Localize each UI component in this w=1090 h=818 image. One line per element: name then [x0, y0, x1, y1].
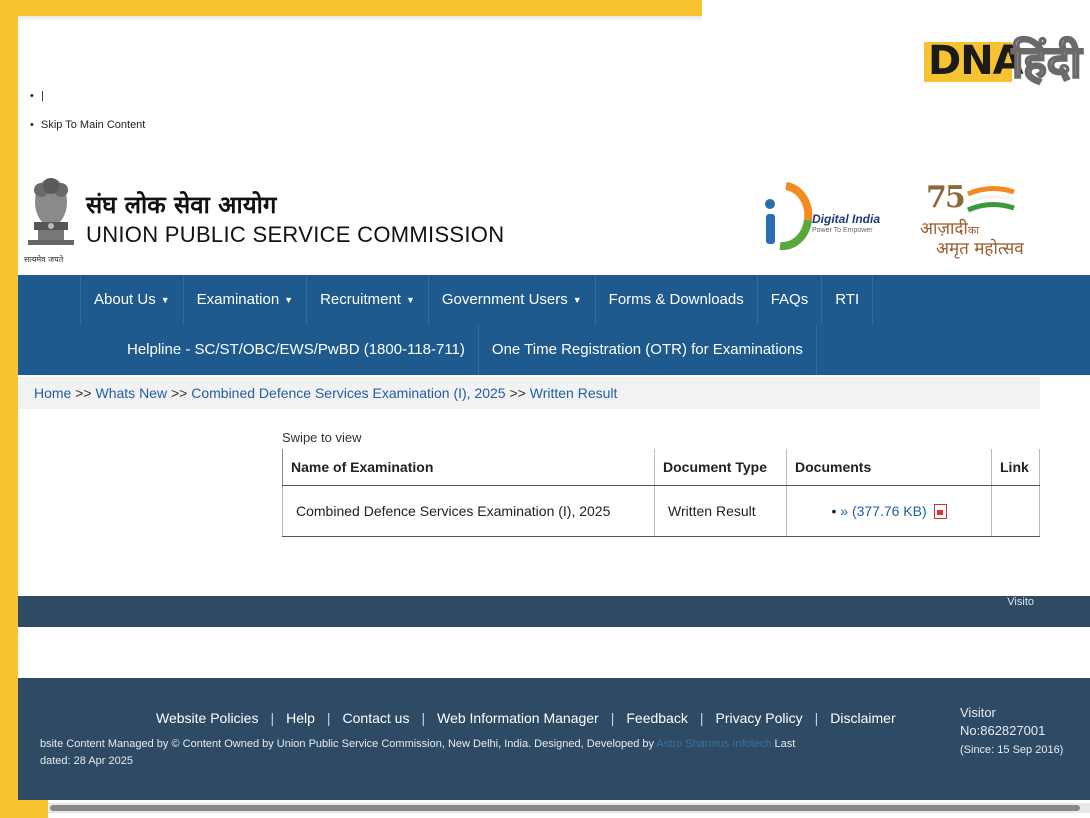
horizontal-scrollbar[interactable]: [48, 803, 1090, 813]
org-name-hindi[interactable]: संघ लोक सेवा आयोग: [86, 188, 276, 221]
visitor-since: (Since: 15 Sep 2016): [960, 744, 1064, 756]
digital-india-logo[interactable]: Digital India Power To Empower: [758, 180, 888, 252]
frame-top: [0, 0, 702, 16]
digital-india-icon: [765, 182, 813, 251]
national-emblem[interactable]: सत्यमेव जयते: [24, 172, 78, 266]
footer-website-policies[interactable]: Website Policies: [144, 710, 270, 726]
breadcrumb-home[interactable]: Home: [34, 385, 71, 401]
nav-faqs[interactable]: FAQs: [758, 275, 823, 325]
cell-link: [991, 485, 1040, 537]
chevron-down-icon: ▼: [160, 295, 170, 306]
column-header-documents: Documents: [786, 449, 992, 486]
scrollbar-thumb[interactable]: [50, 805, 1080, 811]
azadi-ka-amrit-mahotsav-logo[interactable]: 75 आज़ादीका अमृत महोत्सव: [918, 180, 1038, 260]
digital-india-tagline: Power To Empower: [812, 227, 873, 234]
visitor-number: No:862827001: [960, 723, 1046, 738]
nav-helpline[interactable]: Helpline - SC/ST/OBC/EWS/PwBD (1800-118-…: [114, 325, 479, 375]
results-table: Name of Examination Document Type Docume…: [282, 449, 1040, 537]
breadcrumb-separator: >>: [170, 385, 188, 401]
footer-privacy-policy[interactable]: Privacy Policy: [703, 710, 814, 726]
nav-government-users[interactable]: Government Users ▼: [429, 275, 596, 325]
footer-last-updated: dated: 28 Apr 2025: [40, 755, 133, 767]
cell-exam-name: Combined Defence Services Examination (I…: [282, 485, 655, 537]
skip-links: | Skip To Main Content: [30, 90, 145, 148]
footer-help[interactable]: Help: [274, 710, 327, 726]
emblem-caption: सत्यमेव जयते: [24, 255, 64, 264]
footer-feedback[interactable]: Feedback: [614, 710, 699, 726]
nav-rti[interactable]: RTI: [822, 275, 874, 325]
breadcrumb-exam[interactable]: Combined Defence Services Examination (I…: [191, 385, 505, 401]
nav-row-secondary: Helpline - SC/ST/OBC/EWS/PwBD (1800-118-…: [114, 325, 817, 375]
nav-examination-label: Examination: [196, 291, 280, 308]
visitor-label: Visitor: [960, 705, 996, 720]
breadcrumb-separator: >>: [509, 385, 526, 401]
nav-recruitment-label: Recruitment: [320, 291, 401, 308]
breadcrumb: Home >> Whats New >> Combined Defence Se…: [18, 377, 1040, 409]
chevron-down-icon: ▼: [405, 295, 415, 306]
nav-recruitment[interactable]: Recruitment ▼: [307, 275, 429, 325]
footer-contact-us[interactable]: Contact us: [331, 710, 422, 726]
nav-about-us-label: About Us: [94, 291, 156, 308]
chevron-down-icon: ▼: [284, 295, 294, 306]
footer-content-info: bsite Content Managed by © Content Owned…: [40, 736, 820, 770]
cell-document-type: Written Result: [654, 485, 787, 537]
azadi-line2: अमृत महोत्सव: [936, 239, 1024, 259]
breadcrumb-whats-new[interactable]: Whats New: [96, 385, 168, 401]
footer: Website Policies | Help | Contact us | Web …: [18, 678, 1090, 800]
footer-developer-link[interactable]: Astro Sharmus Infotech: [657, 738, 772, 750]
document-download-link[interactable]: (377.76 KB): [852, 503, 927, 519]
dna-logo-text: DNA: [928, 38, 1024, 84]
nav-otr[interactable]: One Time Registration (OTR) for Examinat…: [479, 325, 817, 375]
emblem-icon: [28, 178, 74, 245]
org-name-english[interactable]: UNION PUBLIC SERVICE COMMISSION: [86, 222, 504, 248]
footer-content-suffix: Last: [774, 738, 796, 750]
swipe-hint: Swipe to view: [282, 430, 362, 445]
cell-documents: • » (377.76 KB): [786, 485, 992, 537]
nav-government-users-label: Government Users: [441, 291, 568, 308]
nav-forms-downloads[interactable]: Forms & Downloads: [596, 275, 758, 325]
column-header-name: Name of Examination: [282, 449, 655, 486]
footer-web-information-manager[interactable]: Web Information Manager: [425, 710, 611, 726]
frame-shadow: [18, 16, 702, 22]
document-arrow-link[interactable]: »: [840, 503, 848, 519]
breadcrumb-written-result[interactable]: Written Result: [530, 385, 618, 401]
nav-examination[interactable]: Examination ▼: [184, 275, 308, 325]
dna-logo-hindi: हिंदी: [1011, 36, 1083, 89]
main-navbar: About Us ▼ Examination ▼ Recruitment ▼ Gove…: [18, 275, 1090, 375]
nav-about-us[interactable]: About Us ▼: [81, 275, 184, 325]
skip-to-main-content-link[interactable]: Skip To Main Content: [30, 119, 145, 148]
digital-india-title: Digital India: [812, 212, 881, 226]
column-header-link: Link: [991, 449, 1040, 486]
footer-links: Website Policies | Help | Contact us | Web …: [144, 710, 908, 726]
visitor-band: Visito: [18, 596, 1090, 627]
visitor-label-clipped: Visito: [1007, 596, 1034, 608]
breadcrumb-separator: >>: [75, 385, 92, 401]
pdf-icon[interactable]: [933, 504, 947, 520]
table-header-row: Name of Examination Document Type Docume…: [282, 449, 1040, 486]
nav-home-spacer[interactable]: [18, 275, 81, 325]
tricolor-flag-icon: [966, 186, 1015, 213]
table-row: Combined Defence Services Examination (I…: [282, 485, 1040, 537]
skip-link-separator[interactable]: |: [30, 90, 145, 119]
chevron-down-icon: ▼: [572, 295, 582, 306]
footer-disclaimer[interactable]: Disclaimer: [818, 710, 907, 726]
dna-hindi-logo: DNA हिंदी: [924, 24, 1086, 104]
nav-row-primary: About Us ▼ Examination ▼ Recruitment ▼ Gove…: [18, 275, 874, 325]
column-header-type: Document Type: [654, 449, 787, 486]
document-bullet: •: [831, 502, 837, 519]
footer-content-prefix: bsite Content Managed by © Content Owned…: [40, 738, 655, 750]
visitor-counter: Visitor No:862827001: [960, 704, 1090, 740]
